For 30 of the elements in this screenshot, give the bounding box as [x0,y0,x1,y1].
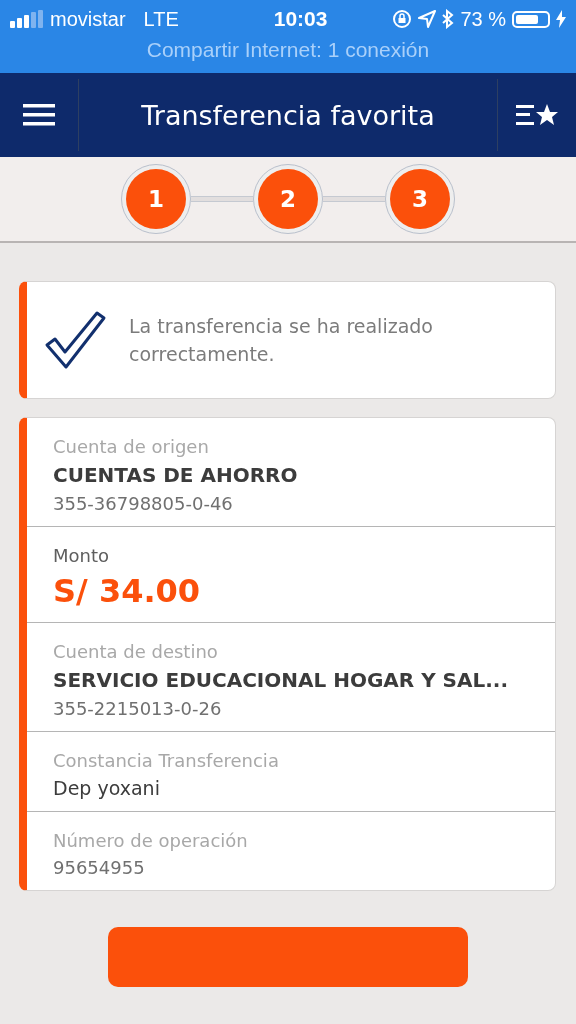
step-indicator: 2 [258,169,318,229]
account-number: 355-2215013-0-26 [53,698,223,719]
success-message: La transferencia se ha realizado correctamente. [129,314,434,367]
rotation-lock-icon [392,9,413,29]
field-label: Monto [53,545,111,566]
battery-percentage: 73 % [460,7,506,31]
screen-title: Transferencia favorita [140,99,436,131]
field-label: Cuenta de destino [53,641,219,662]
charging-bolt-icon [556,10,566,28]
field-label: Número de operación [53,830,249,851]
field-value: SERVICIO EDUCACIONAL HOGAR Y SAL... [53,668,510,692]
step-indicator: 1 [126,169,186,229]
field-label: Cuenta de origen [53,436,210,457]
amount-value: S/ 34.00 [53,572,202,610]
account-number: 355-36798805-0-46 [53,493,234,514]
carrier-name: movistar [50,7,126,31]
bluetooth-icon [442,9,455,29]
field-value: Dep yoxani [53,777,161,799]
account-number: 95654955 [53,857,146,878]
star-list-icon [516,103,558,127]
signal-icon [10,10,44,28]
step-indicator: 3 [390,169,450,229]
clock-time: 10:03 [273,7,328,31]
menu-icon [23,103,55,127]
field-label: Constancia Transferencia [53,750,280,771]
field-value: CUENTAS DE AHORRO [53,463,299,487]
network-type: LTE [143,7,179,31]
battery-icon [512,10,550,28]
location-arrow-icon [418,10,437,28]
checkmark-icon [43,309,107,371]
